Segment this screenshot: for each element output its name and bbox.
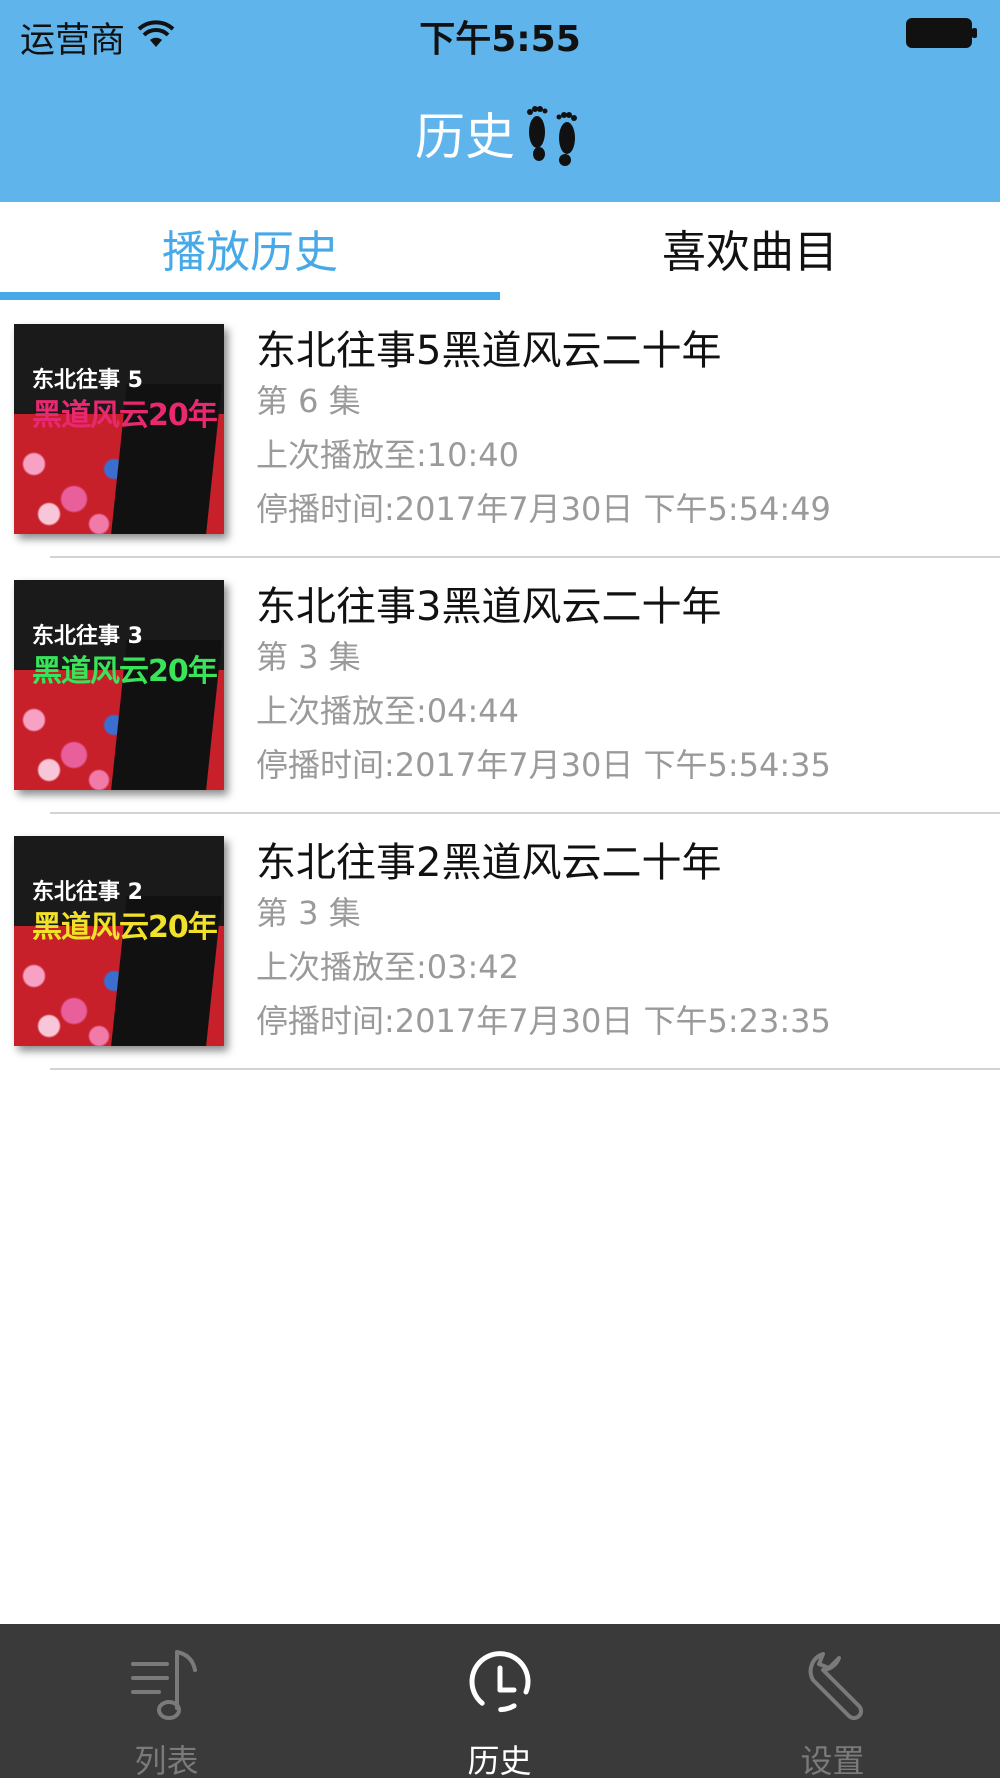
tabbar-label-history: 历史 (467, 1742, 532, 1780)
album-cover: 东北往事 2 黑道风云20年 (14, 836, 224, 1046)
list-item[interactable]: 东北往事 5 黑道风云20年 东北往事5黑道风云二十年 第 6 集 上次播放至:… (0, 302, 1000, 558)
tabbar-label-settings: 设置 (800, 1742, 865, 1780)
item-episode: 第 6 集 (256, 382, 361, 420)
music-list-icon (0, 1646, 333, 1726)
item-title: 东北往事3黑道风云二十年 (256, 584, 722, 630)
item-episode: 第 3 集 (256, 894, 361, 932)
cover-subtitle: 黑道风云20年 (32, 910, 218, 945)
list-item[interactable]: 东北往事 3 黑道风云20年 东北往事3黑道风云二十年 第 3 集 上次播放至:… (0, 558, 1000, 814)
page-title: 历史 (0, 96, 1000, 170)
divider (50, 1068, 1000, 1070)
item-title: 东北往事5黑道风云二十年 (256, 328, 722, 374)
item-title: 东北往事2黑道风云二十年 (256, 840, 722, 886)
cover-subtitle: 黑道风云20年 (32, 654, 218, 689)
album-cover: 东北往事 3 黑道风云20年 (14, 580, 224, 790)
history-list: 东北往事 5 黑道风云20年 东北往事5黑道风云二十年 第 6 集 上次播放至:… (0, 302, 1000, 1070)
status-time: 下午5:55 (419, 19, 581, 60)
bottom-tab-bar: 列表 历史 设置 (0, 1624, 1000, 1780)
tabbar-item-list[interactable]: 列表 (0, 1624, 333, 1780)
cover-subtitle: 黑道风云20年 (32, 398, 218, 433)
item-stop-time: 停播时间:2017年7月30日 下午5:23:35 (256, 1002, 831, 1040)
segment-tabs: 播放历史 喜欢曲目 (0, 202, 1000, 302)
list-item[interactable]: 东北往事 2 黑道风云20年 东北往事2黑道风云二十年 第 3 集 上次播放至:… (0, 814, 1000, 1070)
tabbar-item-settings[interactable]: 设置 (666, 1624, 999, 1780)
tab-favorite-tracks[interactable]: 喜欢曲目 (500, 202, 1000, 294)
item-stop-time: 停播时间:2017年7月30日 下午5:54:35 (256, 746, 831, 784)
clock-icon (333, 1646, 666, 1726)
item-last-played: 上次播放至:10:40 (256, 436, 520, 474)
tabbar-label-list: 列表 (134, 1742, 199, 1780)
active-tab-indicator (0, 292, 500, 300)
item-stop-time: 停播时间:2017年7月30日 下午5:54:49 (256, 490, 831, 528)
item-episode: 第 3 集 (256, 638, 361, 676)
item-last-played: 上次播放至:03:42 (256, 948, 520, 986)
battery-icon (906, 18, 978, 48)
album-cover: 东北往事 5 黑道风云20年 (14, 324, 224, 534)
footprints-icon (521, 96, 585, 170)
nav-header: 运营商 下午5:55 历史 (0, 0, 1000, 202)
item-last-played: 上次播放至:04:44 (256, 692, 520, 730)
page-title-text: 历史 (415, 108, 515, 166)
wrench-icon (666, 1646, 999, 1726)
tabbar-item-history[interactable]: 历史 (333, 1624, 666, 1780)
tab-play-history[interactable]: 播放历史 (0, 202, 500, 294)
